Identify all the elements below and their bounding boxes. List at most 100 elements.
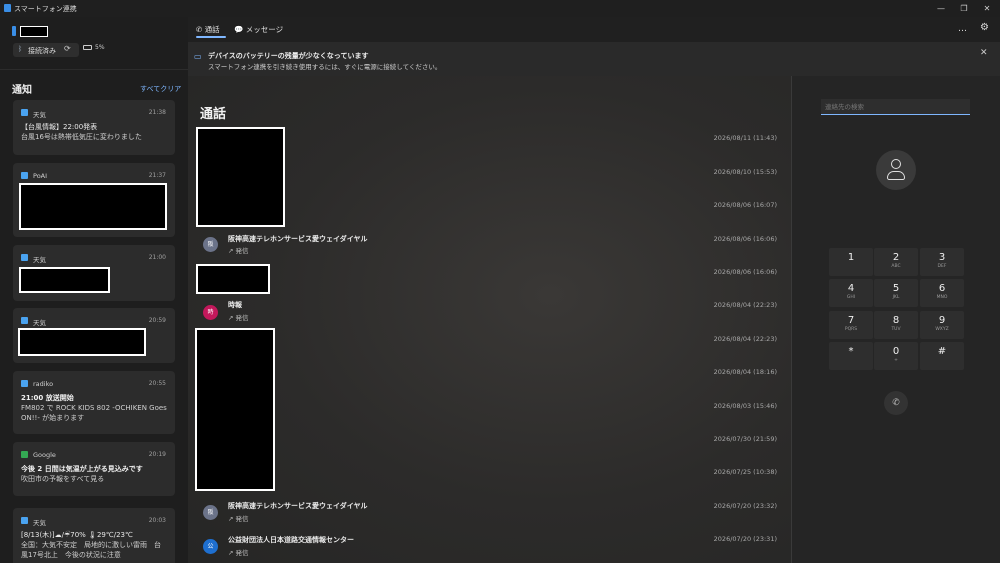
dial-key-4[interactable]: 4 GHI (829, 279, 873, 307)
tab-messages[interactable]: 💬 メッセージ (234, 24, 283, 35)
dial-key-3[interactable]: 3 DEF (920, 248, 964, 276)
key-digit: 3 (938, 252, 946, 263)
message-icon: 💬 (234, 25, 244, 34)
person-icon-body (887, 171, 905, 180)
card-line: [8/13(木)]☁/☔70% 🌡29℃/23℃ (21, 531, 133, 539)
google-app-icon (21, 451, 28, 458)
calls-title: 通話 (200, 107, 227, 122)
dial-key-8[interactable]: 8 TUV (874, 311, 918, 339)
banner-close-icon[interactable]: ✕ (980, 48, 988, 58)
low-battery-banner: ▭ デバイスのバッテリーの残量が少なくなっています スマートフォン連携を引き続き… (188, 42, 1000, 76)
dial-key-9[interactable]: 9 WXYZ (920, 311, 964, 339)
card-app-name: 天気 (33, 519, 46, 527)
minimize-button[interactable]: — (930, 0, 952, 17)
active-tab-indicator (196, 36, 226, 38)
dial-key-1[interactable]: 1 (829, 248, 873, 276)
outgoing-call-icon: ↗ (228, 314, 236, 322)
outgoing-call-icon: ↗ (228, 549, 236, 557)
key-letters: GHI (846, 295, 856, 300)
caller-name: 公益財団法人日本道路交通情報センター (228, 536, 354, 544)
key-digit: * (848, 346, 854, 357)
clear-all-link[interactable]: すべてクリア (140, 84, 181, 94)
outgoing-call-icon: ↗ (228, 247, 236, 255)
card-app-name: 天気 (33, 111, 46, 119)
notification-card[interactable]: PoAI 21:37 (13, 163, 175, 237)
dial-key-7[interactable]: 7 PQRS (829, 311, 873, 339)
call-date: 2026/08/04 (18:16) (713, 368, 777, 376)
weather-app-icon (21, 317, 28, 324)
contact-avatar-icon (876, 150, 916, 190)
call-date: 2026/08/04 (22:23) (713, 301, 777, 309)
call-date: 2026/08/03 (15:46) (713, 402, 777, 410)
weather-app-icon (21, 254, 28, 261)
more-options-icon[interactable]: … (958, 24, 967, 34)
app-icon (4, 4, 11, 12)
dial-key-star[interactable]: * (829, 342, 873, 370)
notification-card[interactable]: Google 20:19 今後 2 日間は気温が上がる見込みです 吹田市の予報を… (13, 442, 175, 496)
restore-button[interactable]: ❐ (953, 0, 975, 17)
call-button[interactable]: ✆ (884, 391, 908, 415)
key-letters: ABC (891, 264, 901, 269)
bluetooth-icon: ᛒ (18, 45, 23, 53)
card-line: 台風16号は熱帯低気圧に変わりました (21, 133, 142, 141)
dial-key-0[interactable]: 0 + (874, 342, 918, 370)
notification-card[interactable]: 天気 21:38 【台風情報】22:00発表 台風16号は熱帯低気圧に変わりまし… (13, 100, 175, 155)
key-letters: JKL (892, 295, 900, 300)
call-date: 2026/08/06 (16:06) (713, 268, 777, 276)
key-letters: WXYZ (935, 327, 949, 332)
notification-card[interactable]: 天気 20:03 [8/13(木)]☁/☔70% 🌡29℃/23℃ 全国：大気不… (13, 508, 175, 563)
caller-name: 阪神高速テレホンサービス愛ウェイダイヤル (228, 235, 368, 243)
card-line: 風17号北上 今後の状況に注意 (21, 551, 121, 559)
card-line: FM802 で ROCK KIDS 802 -OCHIKEN Goes (21, 404, 167, 412)
key-letters: + (894, 358, 898, 363)
redacted-call-entry (195, 328, 275, 491)
phone-name-redacted (20, 26, 48, 37)
card-time: 20:03 (148, 517, 166, 524)
call-type: ↗ 発信 (228, 513, 249, 523)
card-line: ON!!- が始まります (21, 414, 85, 422)
card-time: 21:37 (148, 172, 166, 179)
person-icon-head (891, 159, 901, 169)
call-date: 2026/07/20 (23:31) (713, 535, 777, 543)
avatar: 時 (203, 305, 218, 320)
weather-app-icon (21, 517, 28, 524)
close-button[interactable]: ✕ (976, 0, 998, 17)
card-app-name: radiko (33, 380, 54, 388)
dial-key-5[interactable]: 5 JKL (874, 279, 918, 307)
sync-icon[interactable]: ⟳ (64, 44, 71, 53)
notification-card[interactable]: 天気 21:00 (13, 245, 175, 301)
card-app-name: 天気 (33, 256, 46, 264)
notification-card[interactable]: radiko 20:55 21:00 放送開始 FM802 で ROCK KID… (13, 371, 175, 434)
dial-key-2[interactable]: 2 ABC (874, 248, 918, 276)
notification-card[interactable]: 天気 20:59 (13, 308, 175, 363)
call-type: ↗ 発信 (228, 547, 249, 557)
battery-level: 5% (95, 44, 105, 51)
call-type: ↗ 発信 (228, 245, 249, 255)
divider (0, 69, 188, 70)
key-digit: # (937, 346, 947, 357)
card-app-name: Google (33, 451, 56, 459)
key-digit: 6 (938, 283, 946, 294)
tab-calls[interactable]: ✆ 通話 (196, 24, 220, 35)
call-date: 2026/07/25 (10:38) (713, 468, 777, 476)
key-digit: 7 (847, 315, 855, 326)
phone-icon: ✆ (892, 398, 900, 408)
dial-key-6[interactable]: 6 MNO (920, 279, 964, 307)
dial-key-hash[interactable]: # (920, 342, 964, 370)
call-date: 2026/08/06 (16:06) (713, 235, 777, 243)
battery-warning-icon: ▭ (194, 52, 202, 61)
dialer-pane: 1 2ABC 3DEF 4GHI 5JKL 6MNO 7PQRS 8TUV 9W… (792, 76, 1000, 563)
key-digit: 1 (847, 252, 855, 263)
gear-icon[interactable]: ⚙ (980, 22, 989, 33)
call-type-label: 発信 (235, 247, 249, 255)
call-history: 通話 2026/08/11 (11:43) 2026/08/10 (15:53)… (188, 76, 791, 563)
key-letters: TUV (891, 327, 901, 332)
redacted-content (19, 183, 167, 230)
contact-search-input[interactable] (821, 99, 970, 115)
key-letters: DEF (937, 264, 947, 269)
card-line: 吹田市の予報をすべて見る (21, 475, 105, 483)
tab-calls-label: 通話 (204, 25, 220, 34)
phone-icon: ✆ (196, 25, 203, 34)
outgoing-call-icon: ↗ (228, 515, 236, 523)
redacted-call-entry (196, 264, 270, 294)
